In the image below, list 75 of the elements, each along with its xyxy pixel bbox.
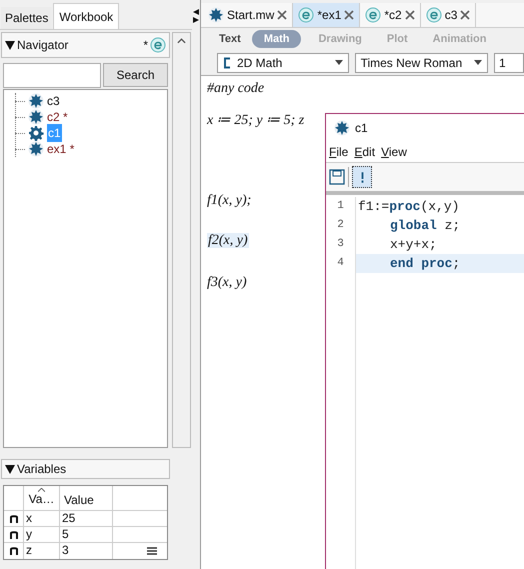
- panel-tab[interactable]: Workbook: [53, 3, 120, 29]
- math-line[interactable]: #any code: [207, 81, 264, 96]
- code-editor[interactable]: 1 2 3 4 f1:=proc(x,y) global z; x+y+x; end proc;: [326, 195, 524, 569]
- search-button[interactable]: Search: [103, 63, 168, 87]
- math-line[interactable]: f3(x, y): [207, 275, 247, 290]
- close-icon[interactable]: [460, 10, 470, 20]
- font-dropdown[interactable]: Times New Roman: [354, 52, 488, 72]
- line-number: 4: [336, 256, 345, 271]
- scroll-up-icon[interactable]: [177, 38, 186, 44]
- tab-label: Start.mw: [227, 7, 274, 24]
- panel-tab[interactable]: Palettes: [1, 7, 52, 29]
- gear-icon: [28, 125, 44, 141]
- table-cell: y: [24, 527, 60, 542]
- leaf-icon: [28, 141, 44, 157]
- leaf-icon: [28, 93, 44, 109]
- leaf-icon: [28, 109, 44, 125]
- code-line: x+y+x;: [389, 236, 438, 254]
- exclamation-icon: [360, 170, 364, 184]
- dropdown-value: Times New Roman: [360, 54, 464, 72]
- table-cell: z: [24, 543, 60, 559]
- stack-icon[interactable]: [147, 547, 157, 555]
- window-title: c1: [355, 120, 368, 136]
- e-circle-icon: [426, 7, 442, 23]
- save-icon[interactable]: [329, 169, 345, 185]
- e-circle-icon: [150, 37, 166, 53]
- collapse-triangle-icon[interactable]: [5, 40, 15, 50]
- column-header[interactable]: Va…: [24, 486, 60, 510]
- column-header[interactable]: Value: [60, 486, 113, 510]
- panel-title: Variables: [17, 461, 66, 478]
- number-type-icon: [10, 547, 18, 555]
- modified-mark: *: [143, 37, 148, 54]
- document-tab[interactable]: *ex1: [293, 3, 360, 27]
- math-line[interactable]: x ≔ 25; y ≔ 5; z: [207, 113, 304, 128]
- code-line: global z;: [389, 217, 462, 235]
- tree-item[interactable]: c2 *: [47, 108, 68, 126]
- dropdown-value: 2D Math: [237, 54, 284, 72]
- menu-item[interactable]: View: [381, 142, 407, 160]
- caret-icon: [334, 60, 343, 65]
- font-size-dropdown[interactable]: 1: [494, 52, 524, 72]
- caret-icon: [474, 60, 482, 65]
- code-line: f1:=proc(x,y): [357, 198, 460, 216]
- math-line[interactable]: f1(x, y);: [207, 193, 252, 208]
- c-letter-icon: [223, 56, 231, 68]
- close-icon[interactable]: [344, 10, 354, 20]
- e-circle-icon: [365, 7, 382, 23]
- menu-item[interactable]: File: [329, 142, 348, 160]
- line-number: 1: [336, 199, 345, 214]
- panel-title: Navigator: [17, 37, 68, 54]
- search-field[interactable]: [3, 63, 101, 88]
- document-tab[interactable]: c3: [420, 3, 476, 27]
- close-icon[interactable]: [277, 10, 288, 20]
- dropdown-value: 1: [499, 54, 506, 72]
- tree-item[interactable]: c3: [47, 92, 60, 110]
- e-circle-icon: [298, 7, 314, 23]
- leaf-icon: [208, 7, 224, 23]
- tab-label: *ex1: [317, 7, 342, 24]
- close-icon[interactable]: [404, 10, 415, 20]
- tab-label: *c2: [384, 7, 402, 24]
- input-mode-dropdown[interactable]: 2D Math: [217, 52, 349, 72]
- leaf-icon: [334, 120, 350, 136]
- collapse-triangle-icon[interactable]: [5, 464, 15, 474]
- mode-tab[interactable]: Text: [217, 30, 243, 48]
- menu-item[interactable]: Edit: [354, 142, 376, 160]
- table-cell: x: [24, 511, 60, 526]
- line-number: 3: [336, 237, 345, 252]
- collapse-arrows-icon[interactable]: [193, 9, 199, 23]
- line-number: 2: [336, 218, 345, 233]
- column-title: Va…: [28, 492, 54, 506]
- tab-label: c3: [444, 7, 458, 24]
- execute-button[interactable]: [352, 166, 372, 188]
- sort-caret-icon: [38, 488, 45, 492]
- table-cell: 5: [60, 527, 113, 542]
- table-cell: 25: [60, 511, 113, 526]
- tree-item[interactable]: ex1 *: [47, 140, 74, 158]
- table-cell: 3: [60, 543, 113, 559]
